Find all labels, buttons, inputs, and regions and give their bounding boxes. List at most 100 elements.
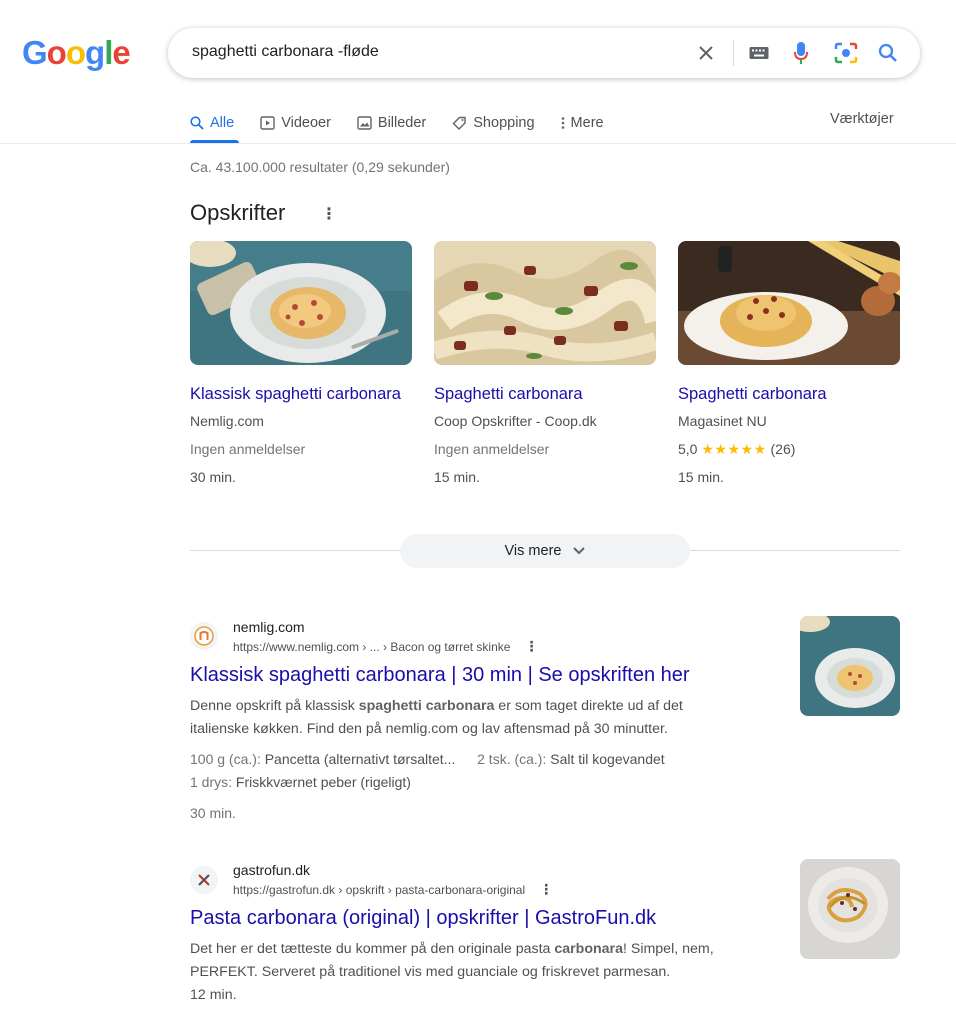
snippet-text: er som taget direkte ud af det [494, 698, 683, 714]
result-site-name[interactable]: nemlig.com [233, 619, 305, 635]
search-button[interactable] [875, 40, 901, 66]
result-time: 12 min. [190, 987, 237, 1003]
gastrofun-logo-icon [198, 874, 210, 886]
site-favicon[interactable] [190, 866, 218, 894]
show-more-button[interactable]: Vis mere [400, 534, 690, 568]
ingredient-qty: 2 tsk. (ca.): [477, 751, 551, 767]
ingredient-name: Friskkværnet peber (rigeligt) [235, 774, 411, 790]
result-breadcrumb: https://gastrofun.dk › opskrift › pasta-… [233, 881, 553, 898]
recipe-reviews: Ingen anmeldelser [190, 441, 306, 457]
image-icon [357, 116, 372, 130]
ingredient-name: Salt til kogevandet [550, 751, 665, 767]
result-snippet: Det her er det tætteste du kommer på den… [190, 938, 780, 1007]
recipe-title: Klassisk spaghetti carbonara [190, 385, 401, 403]
logo-letter: g [85, 34, 105, 71]
show-more-label: Vis mere [504, 543, 562, 559]
tools-button[interactable]: Værktøjer [830, 111, 894, 127]
snippet-text: Det her er det tætteste du kommer på den… [190, 941, 555, 957]
recipe-image [190, 241, 412, 365]
result-site-name[interactable]: gastrofun.dk [233, 862, 310, 878]
snippet-text: italienske køkken. Find den på nemlig.co… [190, 721, 668, 737]
tab-all[interactable]: Alle [190, 112, 234, 134]
search-input[interactable]: spaghetti carbonara -fløde [192, 43, 379, 61]
result-stats: Ca. 43.100.000 resultater (0,29 sekunder… [190, 159, 450, 175]
result-snippet: Denne opskrift på klassisk spaghetti car… [190, 695, 760, 741]
tab-label: Alle [210, 115, 235, 131]
snippet-text: ! Simpel, nem, [622, 941, 714, 957]
search-bar[interactable]: spaghetti carbonara -fløde [168, 28, 920, 78]
chevron-down-icon [573, 547, 586, 555]
recipe-time: 15 min. [434, 469, 480, 485]
video-icon [260, 116, 275, 130]
result-title[interactable]: Pasta carbonara (original) | opskrifter … [190, 907, 656, 930]
google-logo[interactable]: Google [22, 34, 131, 71]
camera-lens-icon [834, 42, 858, 64]
result-breadcrumb: https://www.nemlig.com › ... › Bacon og … [233, 638, 538, 655]
tab-videos[interactable]: Videoer [260, 112, 331, 134]
result-ingredients: 100 g (ca.): Pancetta (alternativt tørsa… [190, 748, 665, 794]
keyboard-button[interactable] [746, 40, 772, 66]
logo-letter: o [65, 34, 86, 71]
ingredient-qty: 1 drys: [190, 774, 236, 790]
snippet-highlight: carbonara [554, 941, 623, 957]
search-tabs: Alle Videoer Billeder Shopping Mere [190, 110, 630, 136]
tag-icon [452, 116, 467, 130]
recipe-card[interactable]: Spaghetti carbonara Coop Opskrifter - Co… [434, 241, 656, 491]
snippet-highlight: spaghetti carbonara [358, 698, 495, 714]
ingredient-qty: 100 g (ca.): [190, 751, 265, 767]
result-options-button[interactable]: ⋮ [524, 638, 538, 655]
recipe-reviews: Ingen anmeldelser [434, 441, 550, 457]
clear-search-button[interactable] [693, 40, 719, 66]
rating-count: (26) [770, 441, 796, 457]
logo-letter: e [112, 34, 130, 71]
recipe-source: Magasinet NU [678, 413, 767, 429]
tab-label: Shopping [473, 115, 535, 131]
recipes-options-button[interactable]: ⋮ [321, 204, 337, 224]
tab-images[interactable]: Billeder [357, 112, 426, 134]
more-vert-icon [561, 116, 565, 130]
recipe-image [678, 241, 900, 365]
rating-value: 5,0 [678, 441, 698, 457]
result-title[interactable]: Klassisk spaghetti carbonara | 30 min | … [190, 664, 690, 687]
voice-search-button[interactable] [788, 40, 814, 66]
result-time: 30 min. [190, 805, 236, 821]
search-icon [878, 43, 897, 62]
image-search-button[interactable] [833, 40, 859, 66]
recipe-time: 30 min. [190, 469, 236, 485]
recipe-card[interactable]: Klassisk spaghetti carbonara Nemlig.com … [190, 241, 412, 491]
search-divider [733, 40, 734, 66]
logo-letter: o [46, 34, 67, 71]
header-divider [0, 143, 956, 144]
tab-label: Billeder [377, 115, 427, 131]
logo-letter: G [22, 34, 48, 71]
keyboard-icon [749, 47, 769, 59]
result-options-button[interactable]: ⋮ [539, 881, 553, 898]
star-rating-icon: ★★★★★ [701, 441, 767, 457]
logo-letter: l [104, 34, 113, 71]
result-thumbnail[interactable] [800, 859, 900, 959]
snippet-text: Denne opskrift på klassisk [190, 698, 359, 714]
site-favicon[interactable] [190, 622, 218, 650]
recipe-source: Nemlig.com [190, 413, 264, 429]
recipes-heading: Opskrifter [190, 200, 286, 225]
recipe-card[interactable]: Spaghetti carbonara Magasinet NU 5,0 ★★★… [678, 241, 900, 491]
recipe-title: Spaghetti carbonara [434, 385, 583, 403]
close-icon [699, 46, 713, 60]
recipe-time: 15 min. [678, 469, 724, 485]
recipe-image [434, 241, 656, 365]
nemlig-logo-icon [194, 626, 214, 646]
tab-more[interactable]: Mere [561, 112, 604, 134]
snippet-text: PERFEKT. Serveret på traditionel vis med… [190, 964, 671, 980]
result-thumbnail[interactable] [800, 616, 900, 716]
microphone-icon [794, 42, 808, 64]
search-icon [190, 116, 204, 130]
recipe-source: Coop Opskrifter - Coop.dk [434, 413, 597, 429]
recipe-title: Spaghetti carbonara [678, 385, 827, 403]
result-url[interactable]: https://gastrofun.dk › opskrift › pasta-… [233, 883, 525, 897]
tab-label: Videoer [281, 115, 331, 131]
tab-label: Mere [570, 115, 604, 131]
recipe-rating: 5,0 ★★★★★ (26) [678, 435, 900, 463]
result-url[interactable]: https://www.nemlig.com › ... › Bacon og … [233, 640, 510, 654]
tab-shopping[interactable]: Shopping [452, 112, 535, 134]
ingredient-name: Pancetta (alternativt tørsaltet... [264, 751, 456, 767]
